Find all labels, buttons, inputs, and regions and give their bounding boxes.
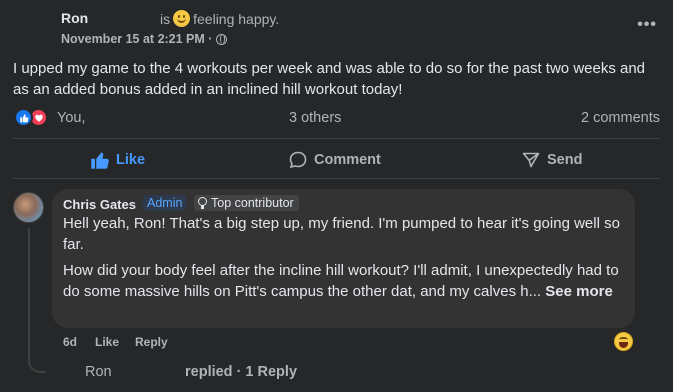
more-options-button[interactable]: ••• xyxy=(637,16,657,34)
send-button[interactable]: Send xyxy=(521,148,582,172)
reactors-you[interactable]: You, xyxy=(57,110,86,126)
view-replies-link[interactable]: replied · 1 Reply xyxy=(185,364,297,380)
admin-badge[interactable]: Admin xyxy=(143,195,187,211)
divider xyxy=(13,138,660,139)
comment-paragraph: Hell yeah, Ron! That's a big step up, my… xyxy=(63,215,620,253)
post-timestamp[interactable]: November 15 at 2:21 PM · xyxy=(61,32,228,46)
avatar[interactable] xyxy=(13,192,44,223)
comment-button-label: Comment xyxy=(314,152,381,168)
comment-bubble-icon xyxy=(289,151,307,169)
comment-text: How did your body feel after the incline… xyxy=(63,262,619,300)
feeling-prefix: is xyxy=(160,10,171,27)
comment-timestamp[interactable]: 6d xyxy=(63,335,77,349)
thumbs-up-icon xyxy=(91,152,109,169)
top-contributor-badge[interactable]: Top contributor xyxy=(194,195,299,211)
feeling-status: is feeling happy. xyxy=(160,10,279,27)
reactors-others[interactable]: 3 others xyxy=(289,110,341,126)
thread-line xyxy=(28,228,46,373)
like-button[interactable]: Like xyxy=(90,148,145,172)
reaction-icons[interactable] xyxy=(14,108,48,127)
send-icon xyxy=(522,152,540,168)
comment-paragraph: How did your body feel after the incline… xyxy=(63,261,625,302)
post-date[interactable]: November 15 at 2:21 PM · xyxy=(61,32,212,46)
see-more-link[interactable]: See more xyxy=(545,283,613,300)
feeling-text: feeling happy. xyxy=(193,10,280,27)
top-contributor-label: Top contributor xyxy=(211,196,294,210)
comments-count-link[interactable]: 2 comments xyxy=(581,110,660,126)
divider xyxy=(13,178,660,179)
reply-author[interactable]: Ron xyxy=(85,364,112,380)
like-reaction-icon xyxy=(14,108,33,127)
globe-icon xyxy=(216,33,228,45)
send-button-label: Send xyxy=(547,152,583,168)
laugh-reaction-icon[interactable] xyxy=(614,332,633,351)
comment-reply-link[interactable]: Reply xyxy=(135,335,168,349)
award-icon xyxy=(198,197,207,209)
smile-emoji-icon xyxy=(173,10,191,27)
post-body: I upped my game to the 4 workouts per we… xyxy=(13,60,646,98)
comment-button[interactable]: Comment xyxy=(288,148,381,172)
comment-like-link[interactable]: Like xyxy=(95,335,119,349)
comment-bubble xyxy=(52,189,635,328)
like-button-label: Like xyxy=(116,152,146,168)
comment-author[interactable]: Chris Gates xyxy=(63,197,136,212)
post-author[interactable]: Ron xyxy=(61,10,88,26)
